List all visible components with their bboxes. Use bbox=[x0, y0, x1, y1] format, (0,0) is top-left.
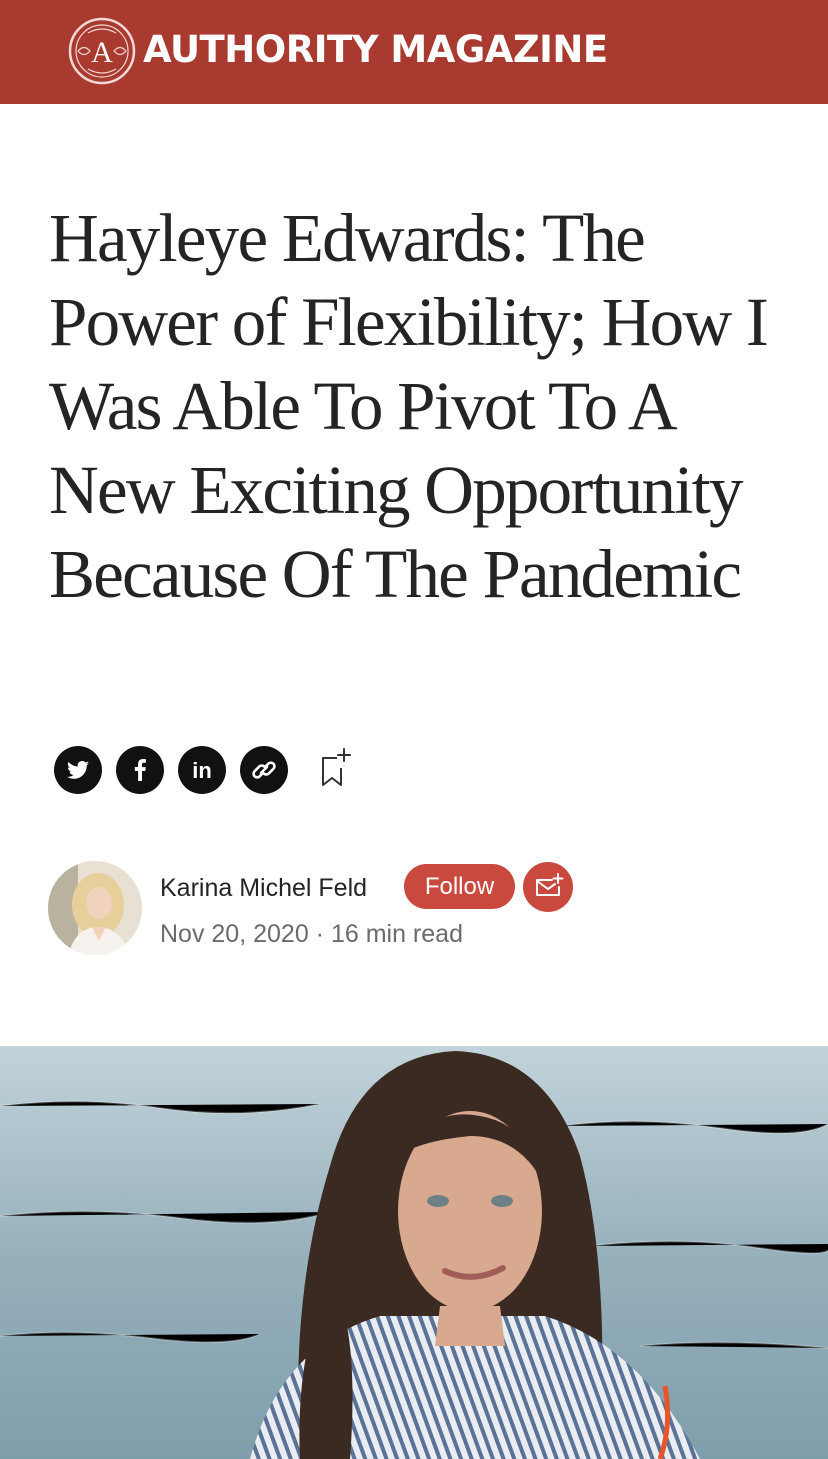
read-time: 16 min read bbox=[330, 920, 463, 948]
share-facebook-button[interactable] bbox=[116, 746, 164, 794]
hero-image bbox=[0, 1046, 828, 1459]
facebook-icon bbox=[134, 759, 146, 781]
mail-plus-icon bbox=[536, 873, 564, 896]
share-linkedin-button[interactable]: in bbox=[178, 746, 226, 794]
author-avatar[interactable] bbox=[48, 861, 142, 955]
share-twitter-button[interactable] bbox=[54, 746, 102, 794]
article-title: Hayleye Edwards: The Power of Flexibilit… bbox=[49, 200, 769, 612]
meta-separator: · bbox=[315, 920, 324, 948]
svg-text:in: in bbox=[192, 758, 212, 783]
bookmark-add-icon bbox=[322, 748, 351, 786]
link-icon bbox=[252, 761, 276, 779]
logo-letter: A bbox=[91, 36, 113, 69]
linkedin-icon: in bbox=[192, 758, 212, 783]
copy-link-button[interactable] bbox=[240, 746, 288, 794]
publish-date: Nov 20, 2020 bbox=[160, 920, 309, 948]
publication-header: A AUTHORITY MAGAZINE bbox=[0, 0, 828, 104]
save-to-list-button[interactable] bbox=[318, 746, 354, 792]
follow-button[interactable]: Follow bbox=[404, 864, 515, 909]
author-name[interactable]: Karina Michel Feld bbox=[160, 872, 367, 904]
article-meta: Nov 20, 2020 · 16 min read bbox=[160, 918, 463, 950]
publication-name[interactable]: AUTHORITY MAGAZINE bbox=[143, 27, 608, 73]
twitter-icon bbox=[67, 760, 89, 779]
authority-magazine-logo[interactable]: A bbox=[68, 17, 136, 85]
subscribe-email-button[interactable] bbox=[523, 862, 573, 912]
